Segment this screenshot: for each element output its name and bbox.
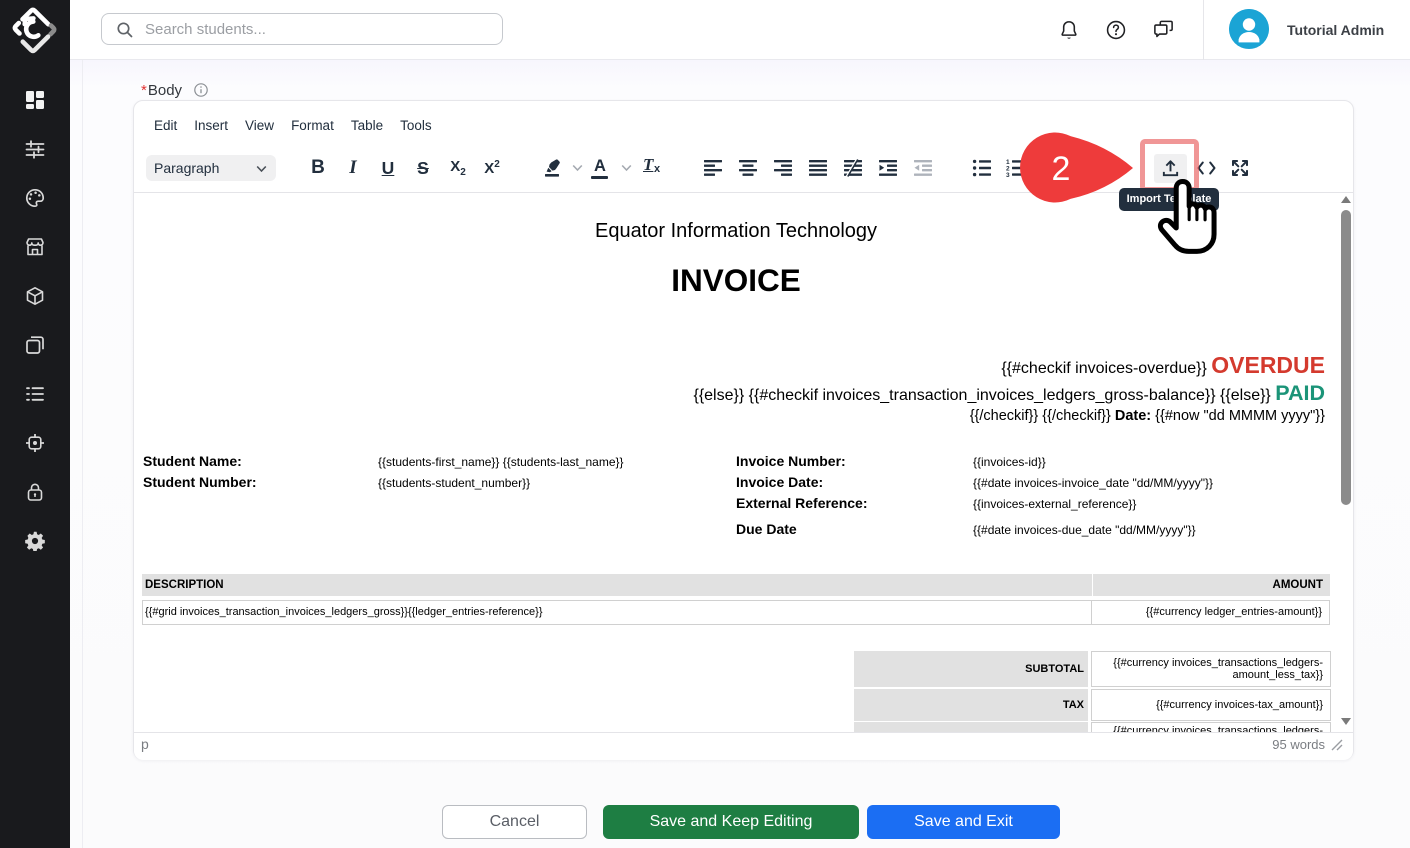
svg-text:3: 3	[1006, 172, 1010, 177]
svg-text:2: 2	[1052, 150, 1071, 188]
